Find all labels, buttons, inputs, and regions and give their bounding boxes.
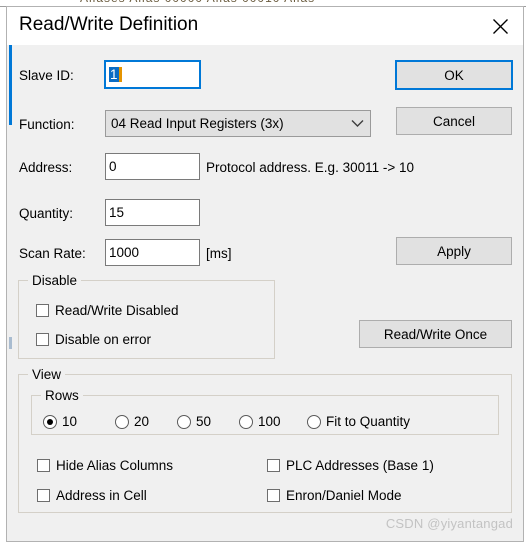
function-select[interactable]: 04 Read Input Registers (3x) (105, 110, 371, 137)
scan-rate-label: Scan Rate: (19, 246, 86, 261)
checkbox-box (36, 304, 49, 317)
function-label: Function: (19, 117, 75, 132)
checkbox-plc-addresses-base-1[interactable]: PLC Addresses (Base 1) (267, 458, 434, 473)
radio-dot (115, 414, 129, 429)
checkbox-address-in-cell[interactable]: Address in Cell (37, 488, 147, 503)
radio-label: Fit to Quantity (326, 414, 411, 429)
address-hint: Protocol address. E.g. 30011 -> 10 (206, 160, 415, 175)
read-write-once-button[interactable]: Read/Write Once (359, 320, 512, 348)
address-input[interactable]: 0 (105, 153, 200, 180)
radio-rows-fit-to-quantity[interactable]: Fit to Quantity (307, 414, 410, 429)
checkbox-box (36, 333, 49, 346)
address-value: 0 (109, 159, 117, 174)
radio-rows-50[interactable]: 50 (177, 414, 211, 429)
radio-label: 100 (258, 414, 281, 429)
checkbox-box (37, 489, 50, 502)
apply-button[interactable]: Apply (396, 237, 512, 265)
checkbox-disable-on-error[interactable]: Disable on error (36, 332, 151, 347)
slave-id-value: 1 (109, 67, 119, 82)
checkbox-label: PLC Addresses (Base 1) (286, 458, 434, 473)
scan-rate-input[interactable]: 1000 (105, 239, 200, 266)
quantity-value: 15 (109, 205, 125, 220)
scan-rate-value: 1000 (109, 245, 140, 260)
radio-rows-20[interactable]: 20 (115, 414, 149, 429)
checkbox-read-write-disabled[interactable]: Read/Write Disabled (36, 303, 179, 318)
close-icon[interactable] (477, 7, 523, 45)
address-label: Address: (19, 160, 73, 175)
checkbox-label: Read/Write Disabled (55, 303, 179, 318)
ok-button-label: OK (444, 67, 464, 83)
disable-groupbox: Disable (18, 273, 275, 359)
quantity-input[interactable]: 15 (105, 199, 200, 226)
background-text: Aliases Alias 00000 Alias 00010 Alias (80, 0, 315, 5)
checkbox-label: Disable on error (55, 332, 152, 347)
cancel-button[interactable]: Cancel (396, 107, 512, 135)
radio-dot (177, 414, 191, 429)
view-groupbox-title: View (28, 367, 66, 382)
radio-dot (239, 414, 253, 429)
slave-id-label: Slave ID: (19, 68, 74, 83)
window-accent-secondary (9, 337, 12, 349)
checkbox-box (267, 459, 280, 472)
checkbox-label: Address in Cell (56, 488, 147, 503)
checkbox-box (37, 459, 50, 472)
text-caret (118, 67, 122, 82)
watermark: CSDN @yiyantangad (385, 516, 513, 531)
quantity-label: Quantity: (19, 206, 74, 221)
ok-button[interactable]: OK (396, 61, 512, 89)
chevron-down-icon (344, 119, 370, 128)
radio-label: 10 (62, 414, 78, 429)
cancel-button-label: Cancel (432, 113, 476, 129)
radio-rows-100[interactable]: 100 (239, 414, 281, 429)
read-write-definition-dialog: Read/Write Definition Slave ID: 1 Functi… (6, 6, 524, 542)
checkbox-label: Hide Alias Columns (56, 458, 174, 473)
read-write-once-button-label: Read/Write Once (383, 326, 488, 342)
scan-rate-units: [ms] (206, 246, 232, 261)
radio-label: 20 (134, 414, 150, 429)
checkbox-label: Enron/Daniel Mode (286, 488, 402, 503)
dialog-title: Read/Write Definition (19, 14, 199, 35)
slave-id-input[interactable]: 1 (105, 61, 200, 88)
title-bar: Read/Write Definition (7, 7, 523, 45)
radio-label: 50 (196, 414, 212, 429)
checkbox-enron-daniel-mode[interactable]: Enron/Daniel Mode (267, 488, 402, 503)
radio-dot (307, 414, 321, 429)
radio-rows-10[interactable]: 10 (43, 414, 77, 429)
function-selected-value: 04 Read Input Registers (3x) (111, 116, 284, 131)
disable-groupbox-title: Disable (28, 273, 82, 288)
apply-button-label: Apply (437, 243, 471, 259)
rows-groupbox-title: Rows (41, 388, 83, 403)
radio-dot (43, 414, 57, 429)
checkbox-box (267, 489, 280, 502)
checkbox-hide-alias-columns[interactable]: Hide Alias Columns (37, 458, 173, 473)
